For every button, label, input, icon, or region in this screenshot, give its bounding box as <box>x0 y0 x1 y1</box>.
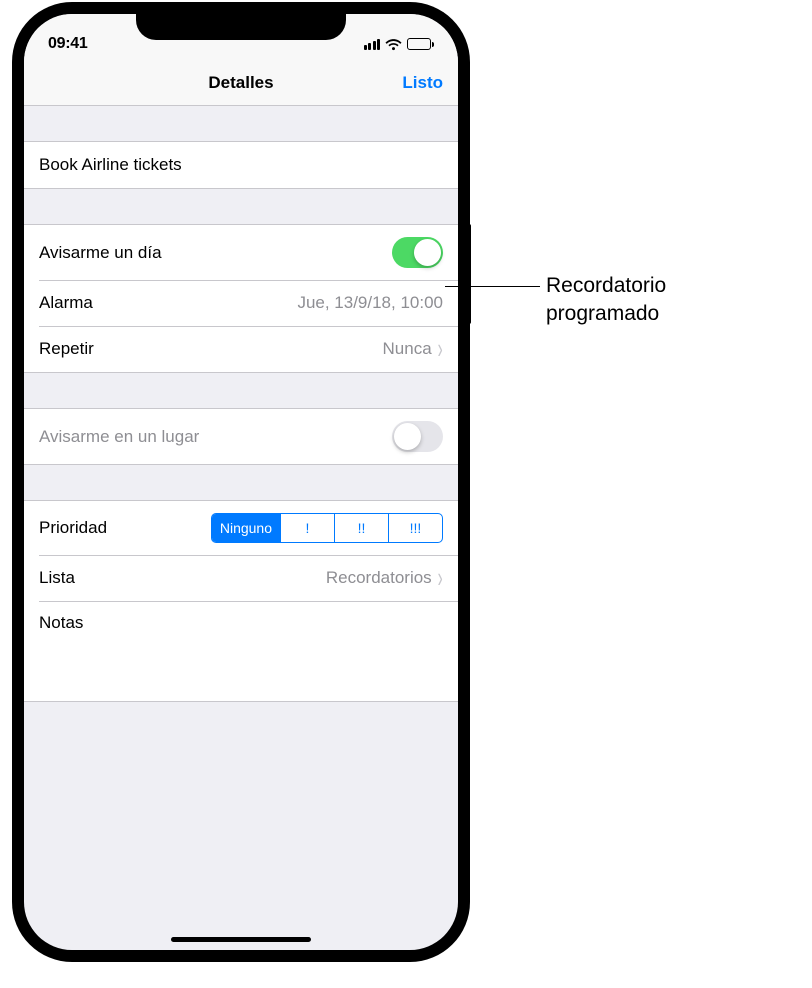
reminder-title-field[interactable]: Book Airline tickets <box>24 142 458 188</box>
notes-row[interactable]: Notas <box>24 601 458 701</box>
repeat-value: Nunca <box>383 339 432 359</box>
wifi-icon <box>385 38 402 51</box>
remind-at-location-row: Avisarme en un lugar <box>24 409 458 464</box>
callout-scheduled-reminder: Recordatorio programado <box>445 272 666 329</box>
nav-bar: Detalles Listo <box>24 60 458 106</box>
list-value: Recordatorios <box>326 568 432 588</box>
repeat-label: Repetir <box>39 339 94 359</box>
callout-line <box>445 286 540 287</box>
phone-frame: 09:41 Detalles Listo <box>12 2 470 962</box>
home-indicator <box>171 937 311 942</box>
alarm-row[interactable]: Alarma Jue, 13/9/18, 10:00 <box>24 280 458 326</box>
remind-at-location-toggle[interactable] <box>392 421 443 452</box>
chevron-right-icon: › <box>437 335 442 364</box>
meta-group: Prioridad Ninguno ! !! !!! Lista Recorda… <box>24 500 458 702</box>
callout-text: Recordatorio programado <box>546 272 666 329</box>
done-button[interactable]: Listo <box>402 73 443 93</box>
schedule-group: Avisarme un día Alarma Jue, 13/9/18, 10:… <box>24 224 458 373</box>
screen: 09:41 Detalles Listo <box>24 14 458 950</box>
priority-option-high[interactable]: !!! <box>388 514 442 542</box>
cellular-signal-icon <box>364 39 381 50</box>
title-group: Book Airline tickets <box>24 141 458 189</box>
priority-segmented-control[interactable]: Ninguno ! !! !!! <box>211 513 443 543</box>
battery-icon <box>407 38 434 50</box>
remind-on-day-toggle[interactable] <box>392 237 443 268</box>
location-group: Avisarme en un lugar <box>24 408 458 465</box>
remind-at-location-label: Avisarme en un lugar <box>39 427 199 447</box>
chevron-right-icon: › <box>437 564 442 593</box>
remind-on-day-row: Avisarme un día <box>24 225 458 280</box>
priority-row: Prioridad Ninguno ! !! !!! <box>24 501 458 555</box>
remind-on-day-label: Avisarme un día <box>39 243 162 263</box>
notes-label: Notas <box>39 613 83 633</box>
alarm-value: Jue, 13/9/18, 10:00 <box>297 293 443 313</box>
priority-option-low[interactable]: ! <box>280 514 334 542</box>
alarm-label: Alarma <box>39 293 93 313</box>
notch <box>136 8 346 40</box>
reminder-title-text: Book Airline tickets <box>39 155 182 175</box>
list-label: Lista <box>39 568 75 588</box>
priority-option-medium[interactable]: !! <box>334 514 388 542</box>
status-icons <box>364 38 435 51</box>
status-time: 09:41 <box>48 35 87 53</box>
priority-label: Prioridad <box>39 518 107 538</box>
priority-option-none[interactable]: Ninguno <box>212 514 280 542</box>
nav-title: Detalles <box>208 73 273 93</box>
list-row[interactable]: Lista Recordatorios › <box>24 555 458 601</box>
repeat-row[interactable]: Repetir Nunca › <box>24 326 458 372</box>
